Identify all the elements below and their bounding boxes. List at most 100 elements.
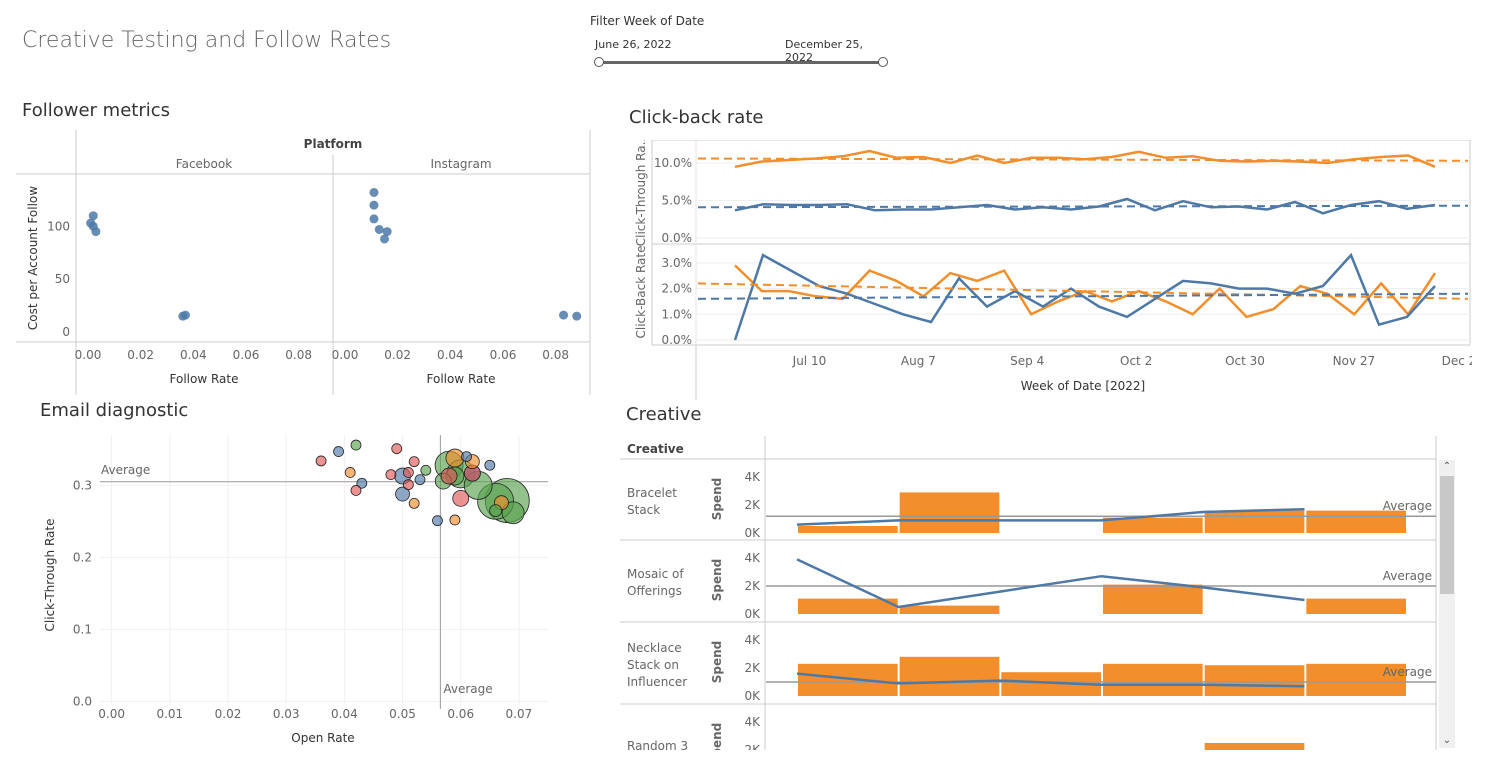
panel-instagram: Instagram [430, 157, 491, 171]
email-xlabel: Open Rate [291, 731, 354, 745]
clickback-ytick: 2.0% [662, 282, 693, 296]
filter-track [598, 61, 883, 64]
follower-xtick: 0.04 [437, 348, 464, 362]
creative-bar [798, 526, 898, 533]
email-ytick: 0.0 [73, 694, 92, 708]
follower-point [88, 211, 98, 221]
clickback-chart: Click-Through Ra.. Click-Back Rate 10.0%… [634, 140, 1472, 400]
clickback-ytick: 0.0% [662, 231, 693, 245]
email-xtick: 0.07 [506, 707, 533, 721]
follower-point [369, 214, 379, 224]
follower-xtick: 0.02 [127, 348, 154, 362]
creative-bar [1204, 665, 1305, 696]
filter-start: June 26, 2022 [595, 38, 672, 51]
email-point [484, 459, 496, 471]
clickback-xtick: Oct 2 [1120, 354, 1152, 368]
clickback-xtick: Nov 27 [1333, 354, 1376, 368]
scroll-down-icon[interactable]: ⌄ [1439, 734, 1455, 748]
email-point [440, 467, 458, 485]
follower-title: Follower metrics [22, 100, 170, 121]
follower-xtick: 0.00 [75, 348, 102, 362]
follower-xlabel-instagram: Follow Rate [427, 372, 496, 386]
creative-scrollbar[interactable]: ⌃ ⌄ [1439, 460, 1455, 748]
email-xtick: 0.05 [389, 707, 416, 721]
creative-bar [1103, 663, 1203, 696]
email-point [333, 446, 344, 457]
creative-measure-label: Spend [710, 559, 724, 602]
follower-xtick: 0.08 [542, 348, 569, 362]
email-xtick: 0.01 [156, 707, 183, 721]
creative-row-label: Mosaic of Offerings [627, 567, 684, 598]
email-point [461, 451, 472, 463]
follower-xtick: 0.06 [233, 348, 260, 362]
email-xtick: 0.03 [273, 707, 300, 721]
creative-row-label: Bracelet Stack [627, 486, 677, 517]
filter-label: Filter Week of Date [590, 14, 705, 28]
filter-handle-start[interactable] [594, 57, 604, 67]
follower-ytick: 50 [55, 272, 70, 286]
email-point [350, 439, 362, 451]
clickback-xtick: Sep 4 [1010, 354, 1044, 368]
email-point [315, 455, 327, 467]
clickback-ytick: 10.0% [654, 156, 692, 170]
email-point [350, 485, 362, 496]
creative-row-label-line: Stack on [627, 658, 679, 672]
creative-ytick: 2K [744, 579, 761, 593]
email-xtick: 0.04 [331, 707, 358, 721]
email-point [432, 515, 443, 527]
creative-title: Creative [626, 404, 702, 425]
email-average-label-h: Average [101, 463, 150, 477]
follower-ytick: 0 [62, 325, 70, 339]
email-point [449, 514, 461, 526]
email-point [452, 489, 470, 507]
creative-chart: Creative Bracelet Stack Spend 4K 2K 0K Average… [620, 436, 1437, 750]
email-ytick: 0.2 [73, 550, 92, 564]
email-point [445, 448, 465, 468]
creative-row-label-line: Stack [627, 503, 660, 517]
email-point [385, 469, 397, 480]
creative-row: Necklace Stack on Influencer Spend 4K 2K 0K Ave… [620, 621, 1436, 703]
scroll-up-icon[interactable]: ⌃ [1439, 460, 1455, 474]
creative-row-label-line: Necklace [627, 641, 682, 655]
creative-bar [1306, 598, 1406, 614]
creative-bar [1204, 510, 1305, 533]
creative-bar [798, 663, 898, 696]
creative-ytick: 4K [744, 470, 761, 484]
follower-point [572, 311, 582, 321]
email-point [414, 474, 426, 486]
email-chart: Click-Through Rate 0.00 0.01 0.02 0.03 0.04 0… [43, 435, 548, 745]
clickback-ytick: 1.0% [662, 307, 693, 321]
follower-xtick: 0.04 [180, 348, 207, 362]
clickback-xtick: Dec 25 [1442, 354, 1472, 368]
creative-bar [1306, 510, 1406, 533]
creative-bar [1103, 584, 1203, 614]
email-point [402, 479, 414, 491]
creative-ytick: 4K [744, 633, 761, 647]
creative-ytick: 0K [744, 607, 761, 621]
email-point [391, 443, 403, 455]
clickback-xtick: Jul 10 [792, 354, 827, 368]
creative-bar [899, 656, 1000, 696]
follower-point [369, 200, 379, 210]
creative-row-label-line: Influencer [627, 675, 687, 689]
follower-xtick: 0.02 [384, 348, 411, 362]
filter-handle-end[interactable] [878, 57, 888, 67]
follower-ytick: 100 [47, 219, 70, 233]
email-point [489, 504, 503, 517]
creative-measure-label: Spend [710, 723, 724, 750]
date-filter[interactable]: Filter Week of Date June 26, 2022 Decemb… [590, 14, 890, 74]
scroll-thumb[interactable] [1440, 476, 1454, 594]
email-ytick: 0.3 [73, 478, 92, 492]
creative-row: Random 3Spend4K2K0KAverage [620, 703, 1436, 750]
follower-xtick: 0.00 [332, 348, 359, 362]
email-point [402, 467, 414, 478]
email-xtick: 0.02 [215, 707, 242, 721]
follower-xtick: 0.06 [490, 348, 517, 362]
clickback-series-orange [734, 149, 1436, 169]
creative-row-label-line: Bracelet [627, 486, 677, 500]
email-point [344, 467, 356, 478]
cbr-ylabel: Click-Back Rate [634, 246, 648, 339]
creative-row-label: Necklace Stack on Influencer [627, 641, 687, 689]
creative-row-label-line: Random 3 [627, 739, 688, 750]
creative-row: Mosaic of Offerings Spend 4K 2K 0K Average [620, 539, 1436, 621]
